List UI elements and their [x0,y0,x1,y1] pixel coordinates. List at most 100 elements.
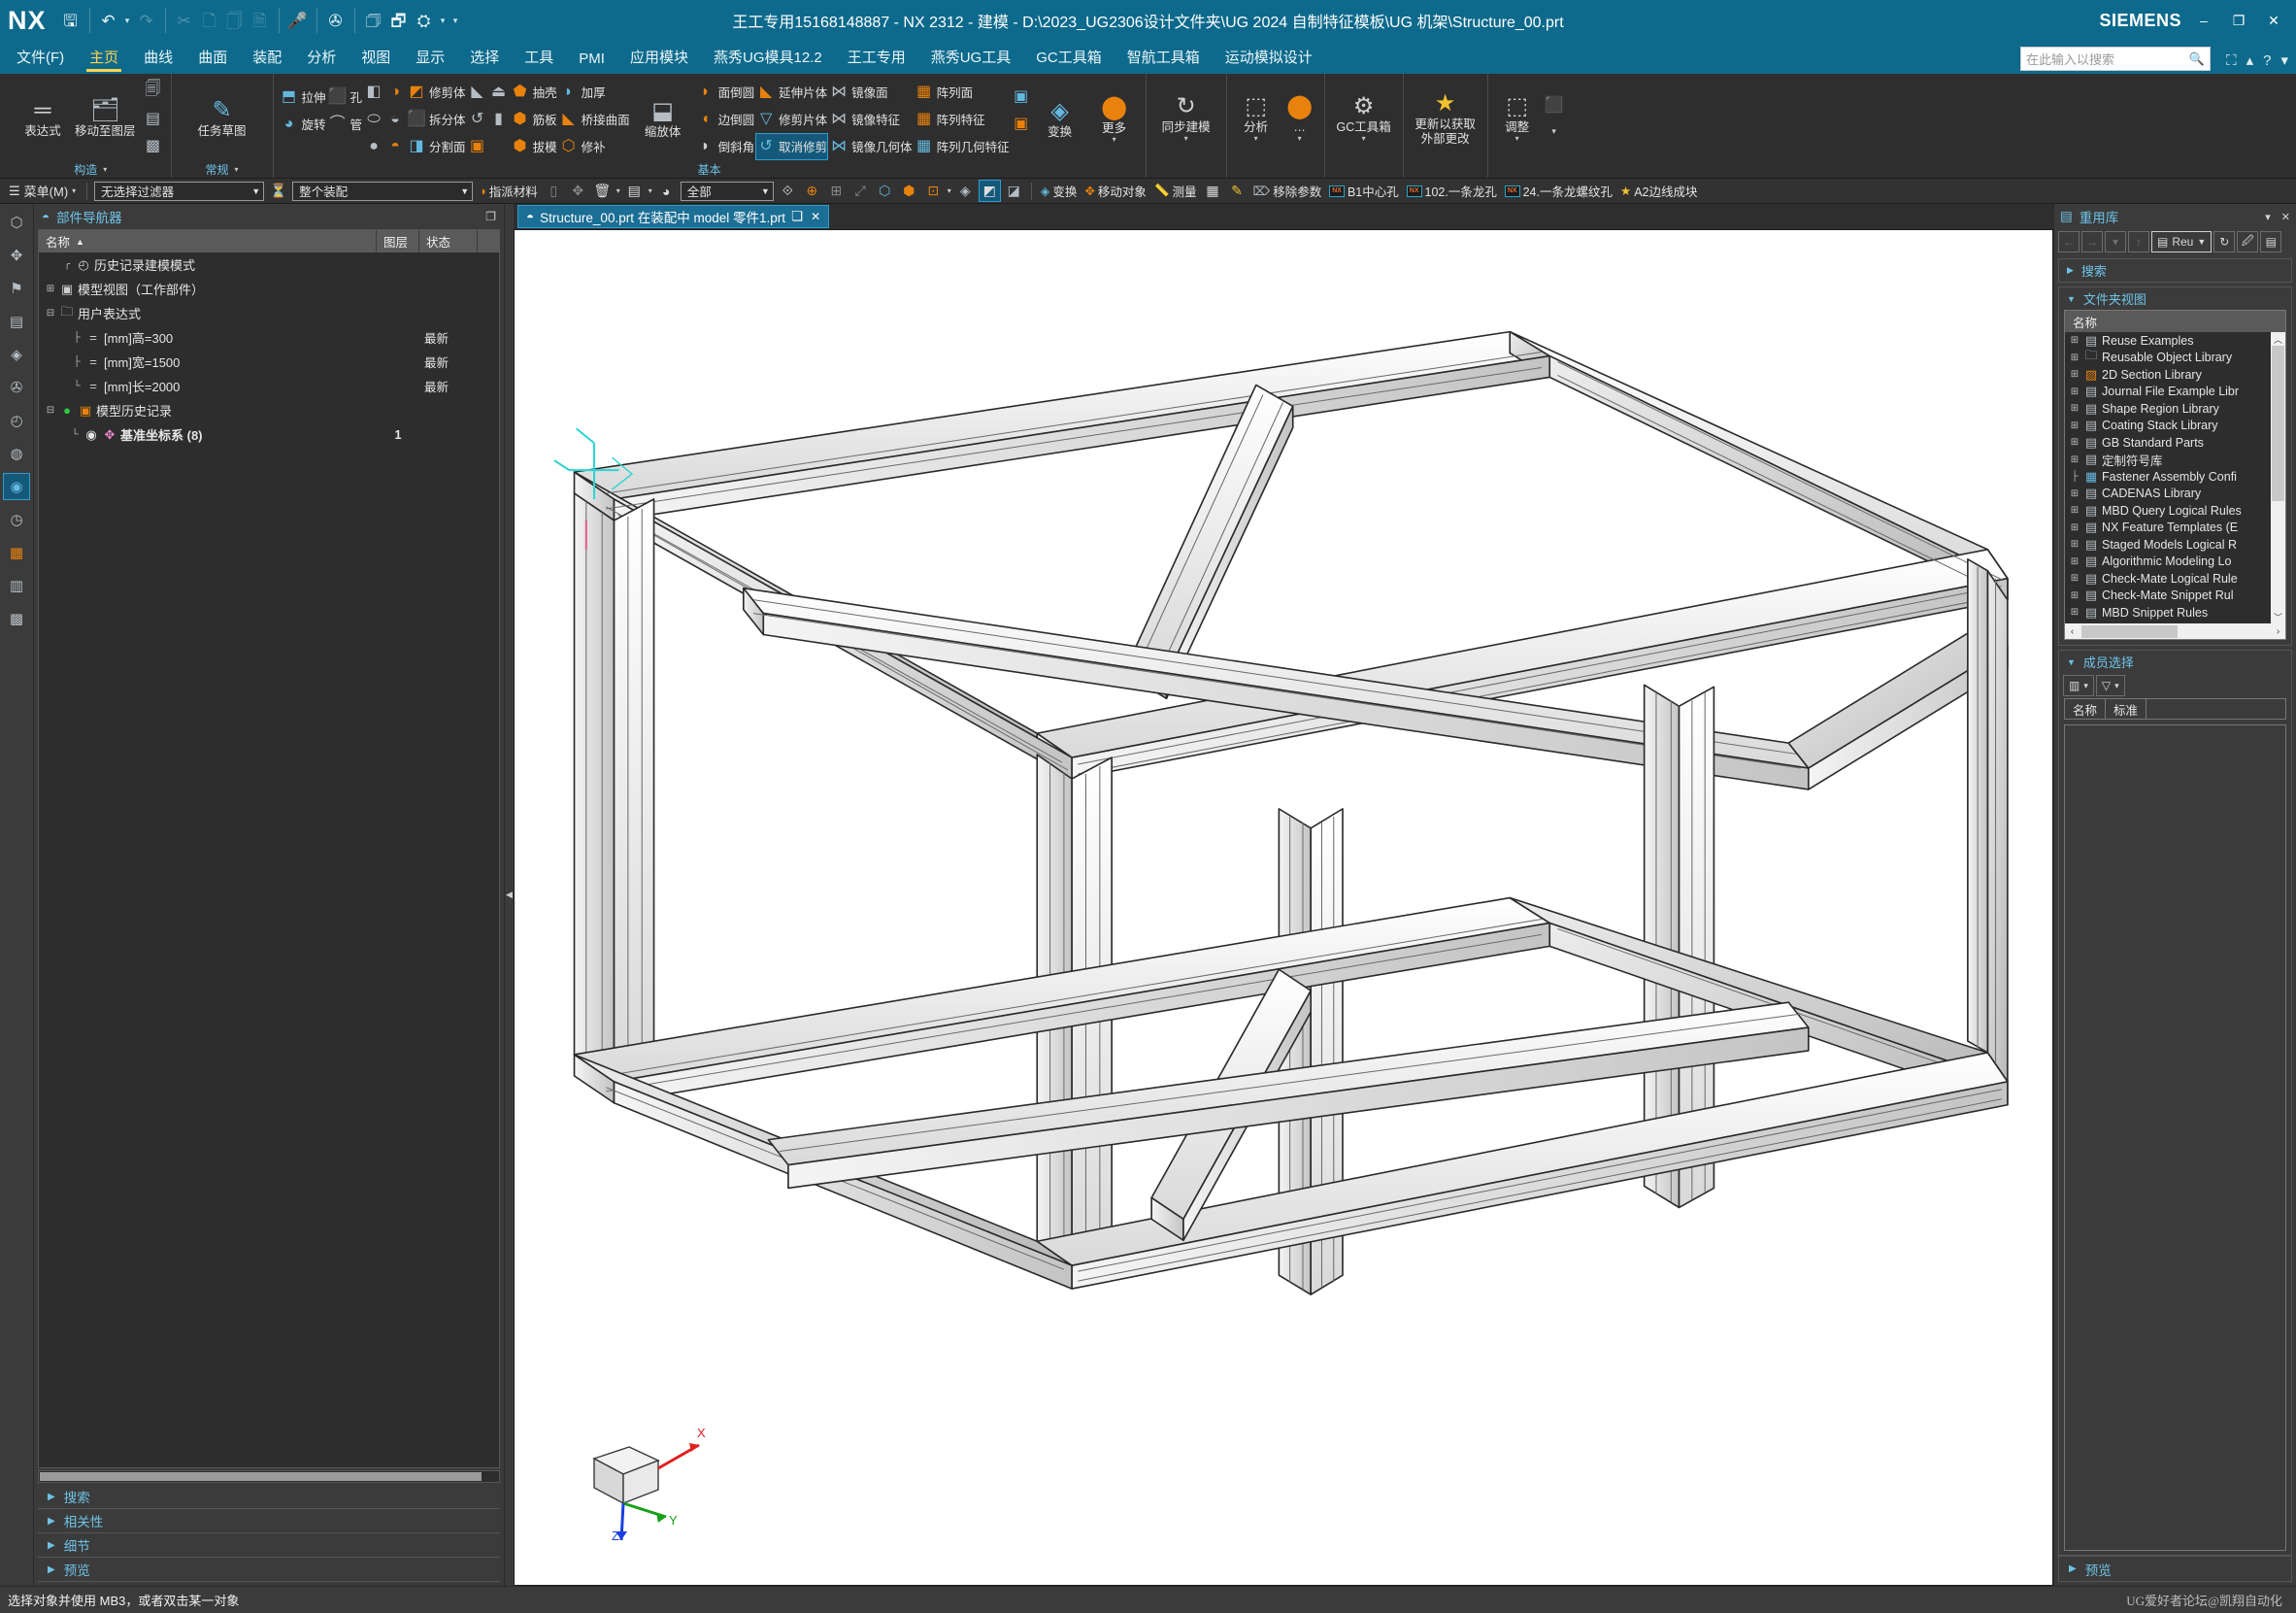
view-mode-button[interactable]: ▥ ▾ [2063,675,2094,696]
emboss-button[interactable]: ▮ [489,107,509,132]
copy-layer-icon[interactable]: 🗐 [142,79,165,104]
scrollbar-track[interactable] [2080,624,2271,638]
mirror-body-button[interactable]: ◣ [468,80,487,105]
tab-zhihang-toolbox[interactable]: 智航工具箱 [1115,44,1213,74]
layer-category-icon[interactable]: ▩ [142,133,165,158]
model-canvas[interactable]: X Y Z [514,229,2053,1586]
expand-icon[interactable]: ⊞ [2069,522,2080,533]
layer-settings-icon[interactable]: ▤ [142,106,165,131]
close-icon[interactable]: ✕ [811,210,820,223]
scrollbar-thumb[interactable] [2081,624,2178,638]
folder-tree-body[interactable]: ⊞ ▤ Reuse Examples ⊞ 🗀 Reusable Object Libra… [2065,332,2285,623]
extend-sheet-button[interactable]: ◣ 延伸片体 [756,80,827,105]
update-external-changes-button[interactable]: ★ 更新以获取 外部更改 [1410,89,1481,148]
wireframe-icon[interactable]: ◪ [1004,181,1024,201]
reuse-preview-header[interactable]: ▶ 预览 [2059,1557,2291,1581]
history-dropdown-button[interactable]: ▾ [2105,231,2126,252]
cone-button[interactable]: ⏏ [489,80,509,105]
measure-button[interactable]: 📏 测量 [1152,182,1199,200]
extrude-button[interactable]: ⬒ 拉伸 [280,84,326,110]
chevron-down-icon[interactable]: ▾ [616,186,620,195]
expand-icon[interactable]: ⊞ [2069,505,2080,516]
list-item[interactable]: ⊞ 🗀 Reusable Object Library [2065,348,2285,367]
synchronous-modeling-button[interactable]: ↻ 同步建模 ▾ [1152,92,1220,144]
scroll-right-icon[interactable]: › [2271,626,2285,637]
pattern-feature-button[interactable]: ▦ 阵列特征 [915,107,1010,132]
window-list-icon[interactable]: 🗇 [361,6,386,35]
list-item[interactable]: ⊞ ▤ 定制符号库 [2065,452,2285,469]
scrollbar-thumb[interactable] [40,1472,482,1481]
undo-icon[interactable]: ↶ [96,6,121,35]
window-icon[interactable]: 🗗 [386,6,412,35]
draft-button[interactable]: ⬢ 拔模 [511,134,557,159]
assign-material-button[interactable]: ◑ 指派材料 [477,182,540,200]
expand-icon[interactable]: ⊞ [2069,403,2080,414]
scroll-down-icon[interactable]: ﹀ [2271,610,2285,623]
help-icon[interactable]: ? [2263,52,2271,69]
pattern-geometry-button[interactable]: ▦ 阵列几何特征 [915,134,1010,159]
tab-application[interactable]: 应用模块 [617,44,701,74]
transform-tool-button[interactable]: ◈ 变换 [1039,182,1080,200]
table-row[interactable]: ╭ ◴ 历史记录建模模式 [39,252,499,277]
rail-snapshot-icon[interactable]: ▩ [4,606,29,631]
select-point-icon[interactable]: ⟐ [778,181,798,201]
column-header-standard[interactable]: 标准 [2106,699,2147,719]
tab-wanggong[interactable]: 王工专用 [835,44,918,74]
document-tab[interactable]: ◓ Structure_00.prt 在装配中 model 零件1.prt ❏ … [517,205,830,228]
chevron-down-icon[interactable]: ▾ [1184,135,1188,143]
cylinder-button[interactable]: ⬭ [364,107,383,132]
expand-icon[interactable]: ⊞ [2069,539,2080,550]
expand-icon[interactable]: ⊞ [2069,488,2080,499]
shell-button[interactable]: ⬟ 抽壳 [511,80,557,105]
column-header-state[interactable]: 状态 [419,230,478,252]
rail-system-navigator-icon[interactable]: ◉ [3,473,30,500]
rail-layers-icon[interactable]: ▥ [4,573,29,598]
scroll-left-icon[interactable]: ‹ [2065,626,2080,637]
minimize-ribbon-icon[interactable]: ▴ [2246,51,2254,69]
block-button[interactable]: ◧ [364,80,383,105]
expand-icon[interactable]: ⊞ [2069,420,2080,431]
rail-reuse-library-icon[interactable]: ▤ [4,309,29,334]
render-style-icon[interactable]: ▤ [624,181,645,201]
navigator-horizontal-scrollbar[interactable] [38,1470,500,1483]
navigator-dependencies-section[interactable]: ▶ 相关性 [38,1509,500,1533]
color-wheel-icon[interactable]: ◕ [656,181,677,201]
expression-button[interactable]: ═ 表达式 [17,96,69,140]
tab-curve[interactable]: 曲线 [131,44,185,74]
library-select-button[interactable]: ▤ Reu ▼ [2151,231,2213,252]
rib-button[interactable]: ⬢ 筋板 [511,107,557,132]
hole-button[interactable]: ⬛ 孔 [328,84,362,110]
macro-102-dragon-hole-button[interactable]: NX 102.一条龙孔 [1405,182,1499,200]
rail-hd3d-tools-icon[interactable]: ◈ [4,342,29,367]
table-row[interactable]: ⊞ ▣ 模型视图（工作部件） [39,277,499,301]
move-object-button[interactable]: ✥ 移动对象 [1082,182,1148,200]
sphere-button[interactable]: ● [364,134,383,159]
close-button[interactable]: ✕ [2257,6,2290,35]
expand-icon[interactable]: ⊞ [2069,573,2080,584]
copy-icon[interactable]: 🗋 [197,6,222,35]
list-item[interactable]: ⊞ ▤ Staged Models Logical R [2065,536,2285,554]
macro-24-dragon-threaded-hole-button[interactable]: NX 24.一条龙螺纹孔 [1503,182,1614,200]
chevron-down-icon[interactable]: ▼ [251,186,260,196]
navigator-collapse-handle[interactable]: ◀ [505,204,514,1586]
column-header-layer[interactable]: 图层 [377,230,419,252]
list-item[interactable]: ⊞▤MBSE Logical Rules [2065,622,2285,623]
rail-roles-icon[interactable]: ◷ [4,507,29,532]
list-item[interactable]: ⊞ ▤ MBD Query Logical Rules [2065,502,2285,520]
forward-button[interactable]: → [2081,231,2103,252]
more-button[interactable]: ⬤ 更多 ▾ [1089,78,1140,160]
chevron-down-icon[interactable]: ▼ [2197,237,2206,247]
up-button[interactable]: ↑ [2128,231,2149,252]
split-body-button[interactable]: ⬛ 拆分体 [407,107,465,132]
select-quadrant-icon[interactable]: ⊞ [826,181,847,201]
divide-face-button[interactable]: ◨ 分割面 [407,134,465,159]
select-intersection-icon[interactable]: ⤢ [850,181,871,201]
tab-motion-simulation[interactable]: 运动模拟设计 [1213,44,1325,74]
expand-icon[interactable]: ⊞ [2069,454,2080,465]
customize-icon[interactable]: ⛭ [412,6,437,35]
cut-icon[interactable]: ✂ [172,6,197,35]
expand-icon[interactable]: ⊞ [2069,437,2080,448]
intersect-button[interactable]: ◓ [385,134,405,159]
edge-blend-button[interactable]: ◖ 边倒圆 [696,107,754,132]
visibility-eye-icon[interactable]: ◉ [83,427,99,443]
